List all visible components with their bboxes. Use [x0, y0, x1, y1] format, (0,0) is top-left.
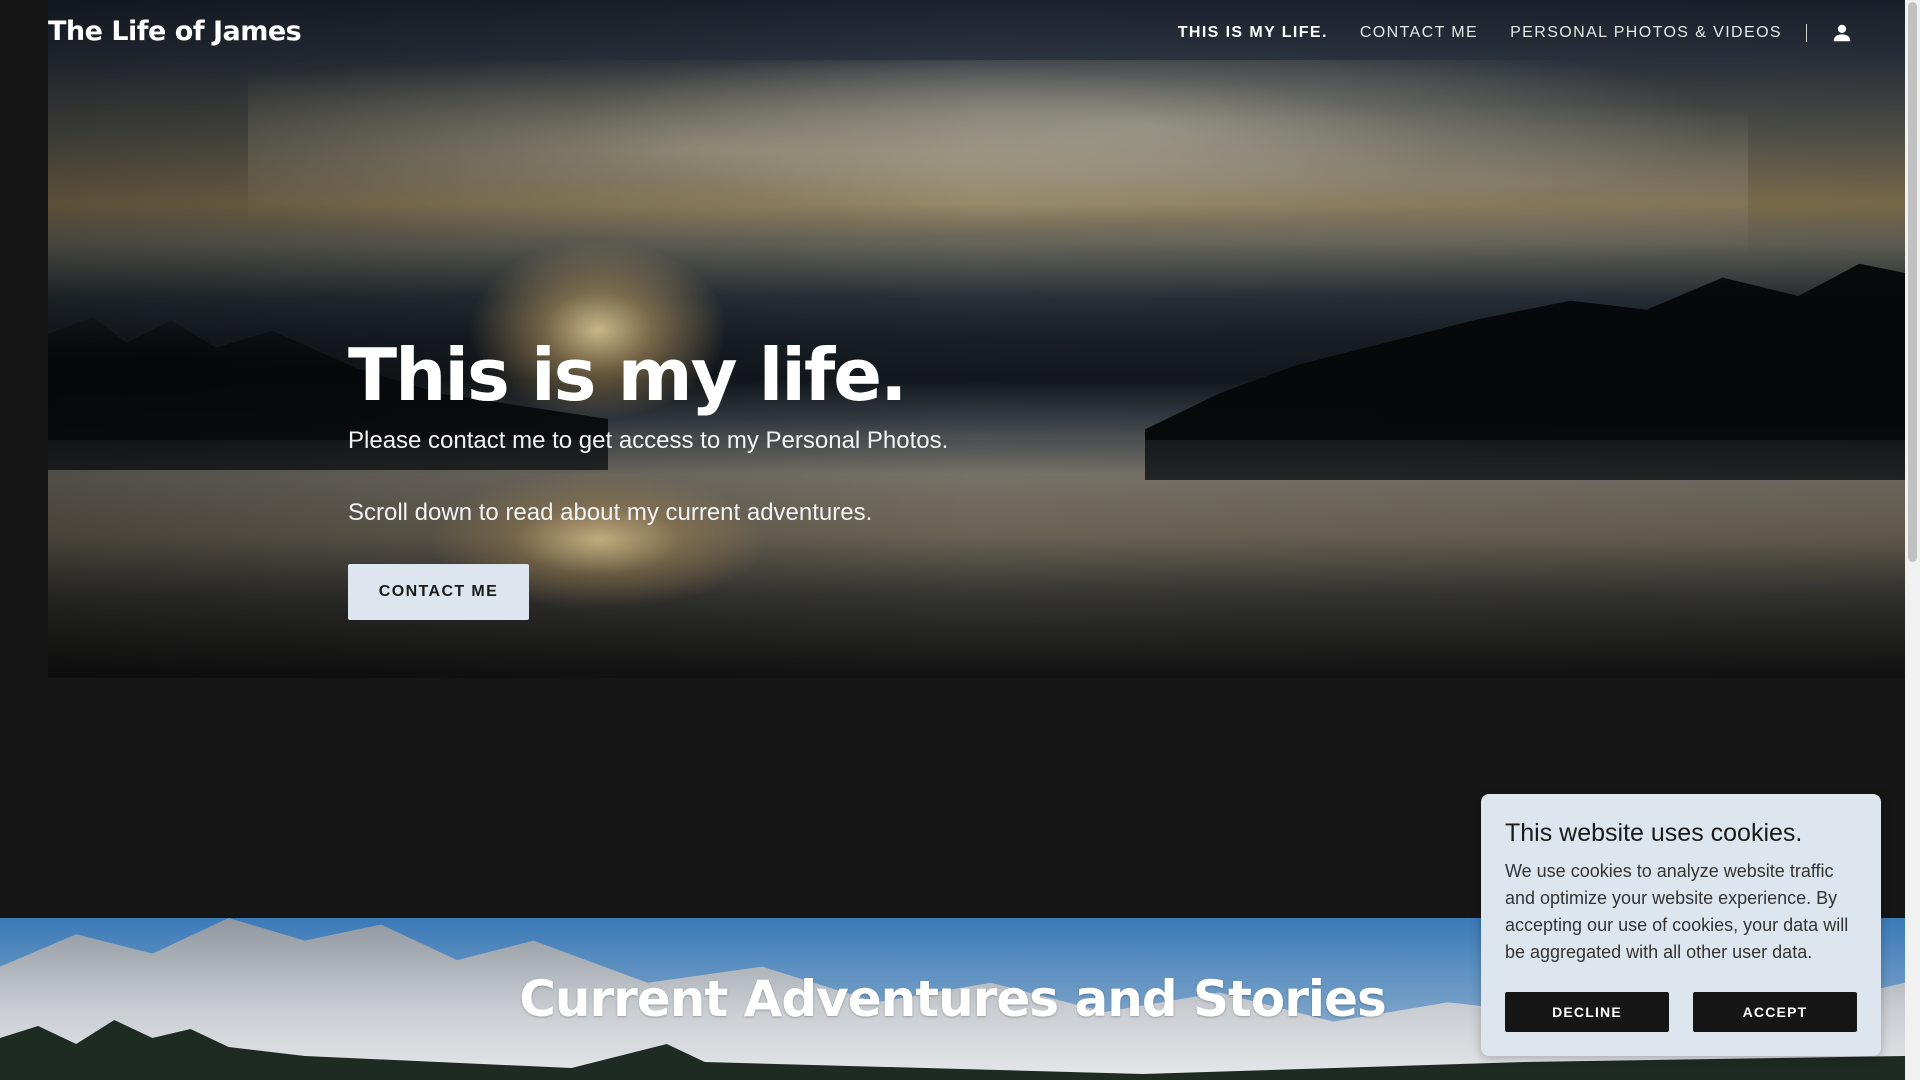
hero-text: Please contact me to get access to my Pe…	[348, 426, 1248, 528]
nav-item-personal-photos-videos[interactable]: PERSONAL PHOTOS & VIDEOS	[1510, 24, 1782, 42]
accept-button[interactable]: ACCEPT	[1693, 992, 1857, 1032]
hero-text-line-1: Please contact me to get access to my Pe…	[348, 427, 949, 454]
cookie-text: We use cookies to analyze website traffi…	[1505, 861, 1849, 962]
cookie-title: This website uses cookies.	[1505, 819, 1803, 847]
hero-title: This is my life.	[348, 333, 907, 417]
cookie-buttons: DECLINE ACCEPT	[1505, 992, 1857, 1032]
site-header: The Life of James THIS IS MY LIFE. CONTA…	[0, 0, 1905, 72]
hero-text-line-2: Scroll down to read about my current adv…	[348, 499, 873, 526]
cookie-banner: This website uses cookies. We use cookie…	[1481, 794, 1881, 1056]
account-button[interactable]	[1831, 22, 1853, 44]
nav-item-contact-me[interactable]: CONTACT ME	[1360, 24, 1478, 42]
main-nav: THIS IS MY LIFE. CONTACT ME PERSONAL PHO…	[1146, 22, 1853, 44]
scrollbar[interactable]	[1905, 0, 1920, 1080]
decline-button[interactable]: DECLINE	[1505, 992, 1669, 1032]
scrollbar-thumb[interactable]	[1908, 2, 1917, 562]
hero-content: This is my life. Please contact me to ge…	[348, 330, 1248, 620]
contact-me-button[interactable]: CONTACT ME	[348, 564, 529, 620]
nav-item-this-is-my-life[interactable]: THIS IS MY LIFE.	[1178, 24, 1328, 42]
site-title[interactable]: The Life of James	[48, 16, 302, 47]
user-icon	[1833, 24, 1851, 42]
nav-divider	[1806, 24, 1807, 42]
